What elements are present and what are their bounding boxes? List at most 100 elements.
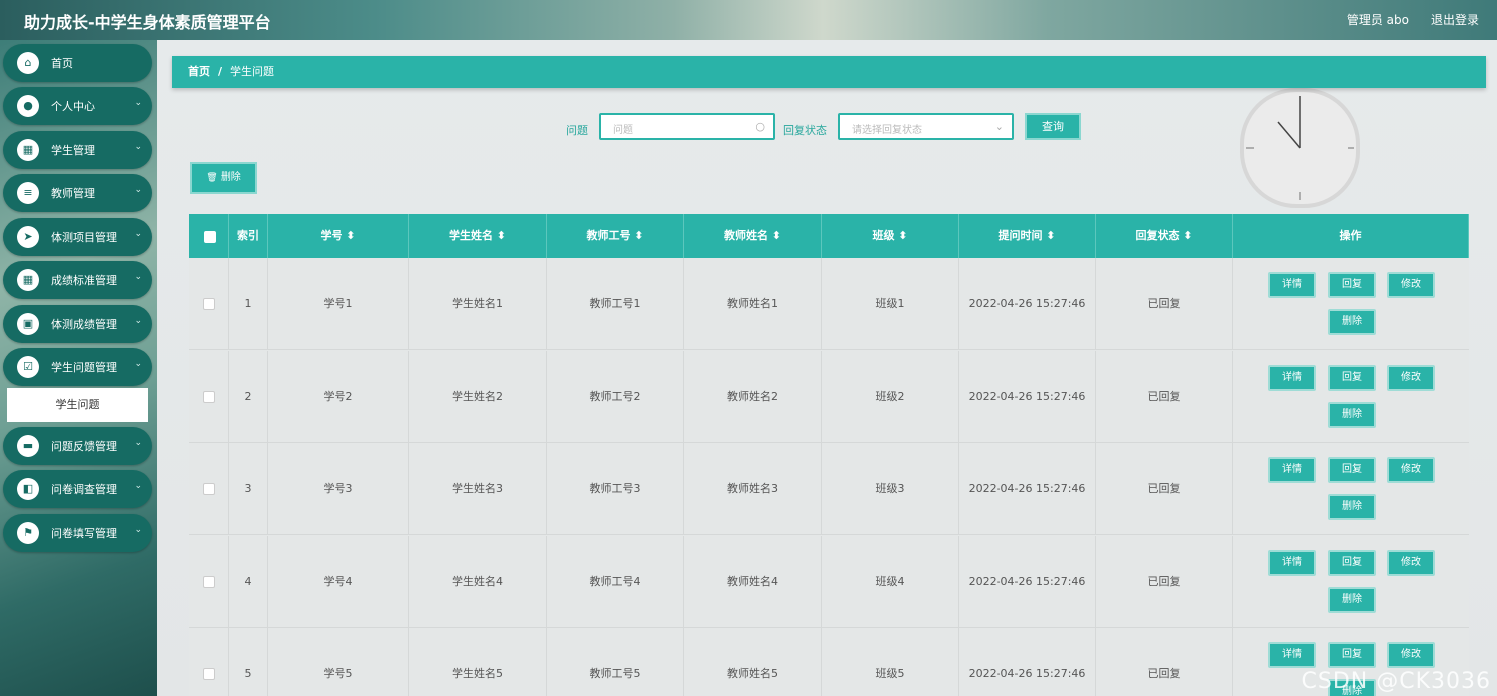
sidebar-item-8[interactable]: ▬ 问题反馈管理 ⌄ — [3, 427, 152, 465]
row-select-cell — [189, 535, 229, 628]
row-checkbox[interactable] — [203, 483, 215, 495]
cell-status: 已回复 — [1096, 535, 1233, 628]
edit-button[interactable]: 修改 — [1387, 642, 1435, 668]
detail-button[interactable]: 详情 — [1268, 457, 1316, 483]
cell-student-name: 学生姓名1 — [409, 258, 547, 350]
submenu-item-student-questions[interactable]: 学生问题 — [7, 388, 148, 422]
row-checkbox[interactable] — [203, 668, 215, 680]
actions-cell: 详情 回复 修改 删除 — [1233, 351, 1469, 443]
detail-button[interactable]: 详情 — [1268, 272, 1316, 298]
sidebar-item-label: 成绩标准管理 — [51, 274, 117, 287]
column-header[interactable]: 学号 ⬍ — [268, 214, 409, 258]
column-header[interactable]: 班级 ⬍ — [822, 214, 959, 258]
batch-delete-button[interactable]: 🗑 删除 — [190, 162, 257, 194]
row-checkbox[interactable] — [203, 298, 215, 310]
column-header[interactable]: 教师工号 ⬍ — [547, 214, 684, 258]
cell-student-no: 学号1 — [268, 258, 409, 350]
chevron-down-icon: ⌄ — [134, 272, 142, 282]
reply-button[interactable]: 回复 — [1328, 272, 1376, 298]
cell-time: 2022-04-26 15:27:46 — [959, 258, 1096, 350]
breadcrumb-home[interactable]: 首页 — [188, 56, 210, 88]
watermark: CSDN @CK3036 — [1301, 669, 1491, 694]
sidebar-item-7[interactable]: ☑ 学生问题管理 ⌄ — [3, 348, 152, 386]
actions-cell: 详情 回复 修改 删除 — [1233, 443, 1469, 535]
cell-student-no: 学号4 — [268, 535, 409, 628]
sidebar-item-6[interactable]: ▣ 体测成绩管理 ⌄ — [3, 305, 152, 343]
cell-status: 已回复 — [1096, 628, 1233, 696]
reply-button[interactable]: 回复 — [1328, 457, 1376, 483]
cell-class: 班级5 — [822, 628, 959, 696]
reply-button[interactable]: 回复 — [1328, 364, 1376, 391]
column-header[interactable]: 学生姓名 ⬍ — [409, 214, 547, 258]
reply-button[interactable]: 回复 — [1328, 642, 1376, 668]
select-all-header[interactable] — [189, 214, 229, 258]
row-checkbox[interactable] — [203, 575, 215, 588]
cell-teacher-no: 教师工号5 — [547, 628, 684, 696]
column-header: 操作 — [1233, 214, 1469, 258]
grid-icon: ▦ — [17, 269, 39, 291]
detail-button[interactable]: 详情 — [1268, 549, 1316, 576]
sidebar-item-label: 问卷调查管理 — [51, 483, 117, 496]
sidebar-item-5[interactable]: ▦ 成绩标准管理 ⌄ — [3, 261, 152, 299]
edit-button[interactable]: 修改 — [1387, 549, 1435, 576]
row-select-cell — [189, 258, 229, 350]
edit-button[interactable]: 修改 — [1387, 272, 1435, 298]
column-header[interactable]: 教师姓名 ⬍ — [684, 214, 822, 258]
cell-index: 5 — [229, 628, 268, 696]
column-header[interactable]: 回复状态 ⬍ — [1096, 214, 1233, 258]
cell-teacher-name: 教师姓名4 — [684, 535, 822, 628]
cell-teacher-name: 教师姓名1 — [684, 258, 822, 350]
send-icon: ➤ — [17, 226, 39, 248]
status-placeholder: 请选择回复状态 — [852, 125, 922, 136]
table-row: 4 学号4 学生姓名4 教师工号4 教师姓名4 班级4 2022-04-26 15:27:4… — [189, 535, 1469, 628]
questions-table: 索引 学号 ⬍ 学生姓名 ⬍ 教师工号 ⬍ 教师姓名 ⬍ 班级 ⬍ 提问时间 ⬍ 回复状态 ⬍… — [189, 214, 1469, 696]
cell-student-no: 学号3 — [268, 443, 409, 535]
edit-button[interactable]: 修改 — [1387, 364, 1435, 391]
sidebar-item-4[interactable]: ➤ 体测项目管理 ⌄ — [3, 218, 152, 256]
user-icon: ● — [17, 95, 39, 117]
sidebar-item-0[interactable]: ⌂ 首页 — [3, 44, 152, 82]
main-content: 首页 / 学生问题 问题 问题 ○ 回复状态 请选择回复状态 ⌄ 查询 🗑 删除… — [157, 40, 1497, 696]
query-button[interactable]: 查询 — [1025, 113, 1081, 140]
column-header[interactable]: 提问时间 ⬍ — [959, 214, 1096, 258]
cell-teacher-no: 教师工号1 — [547, 258, 684, 350]
app-title: 助力成长-中学生身体素质管理平台 — [24, 13, 271, 32]
sidebar-item-9[interactable]: ◧ 问卷调查管理 ⌄ — [3, 470, 152, 508]
cell-teacher-name: 教师姓名3 — [684, 443, 822, 535]
sidebar-item-label: 学生问题管理 — [51, 361, 117, 374]
cell-student-name: 学生姓名4 — [409, 535, 547, 628]
delete-button[interactable]: 删除 — [1328, 309, 1376, 335]
cell-index: 4 — [229, 535, 268, 628]
status-select[interactable]: 请选择回复状态 ⌄ — [838, 113, 1014, 140]
question-search-input[interactable]: 问题 ○ — [599, 113, 775, 140]
edit-button[interactable]: 修改 — [1387, 457, 1435, 483]
cell-time: 2022-04-26 15:27:46 — [959, 535, 1096, 628]
chevron-down-icon: ⌄ — [134, 142, 142, 152]
cell-student-name: 学生姓名5 — [409, 628, 547, 696]
search-icon: ○ — [755, 120, 765, 133]
actions-cell: 详情 回复 修改 删除 — [1233, 536, 1469, 628]
sidebar-item-1[interactable]: ● 个人中心 ⌄ — [3, 87, 152, 125]
sidebar: ⌂ 首页 ● 个人中心 ⌄ ▦ 学生管理 ⌄ ≡ 教师管理 ⌄ ➤ 体测项目管理 ⌄ ▦ 成绩标准管理 ⌄ ▣ 体测… — [0, 40, 157, 696]
row-checkbox[interactable] — [203, 390, 215, 403]
wallet-icon: ◧ — [17, 478, 39, 500]
chevron-down-icon: ⌄ — [134, 481, 142, 491]
cell-student-name: 学生姓名3 — [409, 443, 547, 535]
sidebar-item-3[interactable]: ≡ 教师管理 ⌄ — [3, 174, 152, 212]
logout-link[interactable]: 退出登录 — [1431, 11, 1479, 28]
sidebar-item-2[interactable]: ▦ 学生管理 ⌄ — [3, 131, 152, 169]
delete-button[interactable]: 删除 — [1328, 401, 1376, 428]
reply-button[interactable]: 回复 — [1328, 549, 1376, 576]
delete-button[interactable]: 删除 — [1328, 494, 1376, 520]
sidebar-item-label: 个人中心 — [51, 100, 95, 113]
breadcrumb-current: 学生问题 — [230, 65, 274, 78]
cell-class: 班级3 — [822, 443, 959, 535]
row-select-cell — [189, 628, 229, 696]
detail-button[interactable]: 详情 — [1268, 642, 1316, 668]
detail-button[interactable]: 详情 — [1268, 364, 1316, 391]
delete-button[interactable]: 删除 — [1328, 586, 1376, 613]
current-user: 管理员 abo — [1346, 13, 1409, 27]
sidebar-item-10[interactable]: ⚑ 问卷填写管理 ⌄ — [3, 514, 152, 552]
column-header: 索引 — [229, 214, 268, 258]
select-all-checkbox[interactable] — [204, 231, 216, 243]
